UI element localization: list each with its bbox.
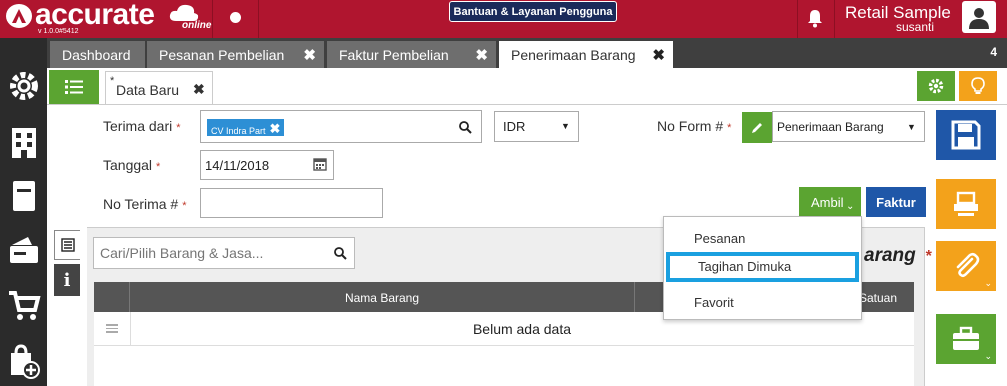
- tab-label: Dashboard: [62, 46, 131, 63]
- settings-button[interactable]: [917, 71, 955, 101]
- tab-data-baru[interactable]: * Data Baru ✖: [105, 71, 213, 104]
- top-bar: accurate online v 1.0.0#5412 Bantuan & L…: [0, 0, 1007, 38]
- document-list-icon: [60, 238, 75, 252]
- save-button[interactable]: [936, 110, 996, 160]
- printer-icon: [954, 191, 978, 216]
- unsaved-marker: *: [110, 75, 115, 87]
- tab-faktur-pembelian[interactable]: Faktur Pembelian ✖: [327, 41, 496, 68]
- tab-bar: Dashboard Pesanan Pembelian ✖ Faktur Pemb…: [47, 38, 1007, 68]
- calendar-icon[interactable]: [313, 157, 327, 171]
- status-dot-icon[interactable]: [230, 12, 241, 23]
- chevron-down-icon: ⌄: [984, 351, 992, 361]
- close-icon[interactable]: ✖: [193, 81, 205, 98]
- app-logo[interactable]: accurate online v 1.0.0#5412: [0, 0, 212, 38]
- pencil-icon: [752, 122, 762, 133]
- divider: [258, 0, 259, 38]
- lightbulb-icon: [971, 77, 985, 94]
- menu-item-tagihan-dimuka[interactable]: Tagihan Dimuka: [666, 252, 859, 282]
- print-button[interactable]: [936, 179, 996, 229]
- no-form-label: No Form # *: [657, 118, 732, 134]
- building-icon[interactable]: [0, 123, 47, 163]
- close-icon[interactable]: ✖: [303, 46, 316, 64]
- vendor-tag[interactable]: CV Indra Part ✖: [207, 119, 285, 136]
- form-tab-bar: * Data Baru ✖: [47, 68, 1007, 105]
- ledger-book-icon[interactable]: [0, 176, 47, 216]
- tips-button[interactable]: [959, 71, 997, 101]
- dropdown-icon: ▼: [561, 121, 570, 131]
- logo-online-text: online: [182, 20, 212, 31]
- avatar-icon[interactable]: [962, 1, 996, 33]
- bell-icon[interactable]: [806, 8, 824, 28]
- ambil-button[interactable]: Ambil ⌄: [799, 187, 861, 217]
- version-text: v 1.0.0#5412: [38, 28, 79, 35]
- close-icon[interactable]: ✖: [652, 46, 665, 64]
- tab-label: Faktur Pembelian: [339, 46, 449, 63]
- form-type-value: Penerimaan Barang: [777, 120, 884, 134]
- logo-a-icon: [6, 4, 32, 28]
- divider: [797, 0, 798, 38]
- tab-label: Pesanan Pembelian: [159, 46, 285, 63]
- shopping-bag-add-icon[interactable]: [0, 341, 47, 381]
- header-nama-barang[interactable]: Nama Barang: [130, 282, 635, 312]
- section-title: arang *: [864, 245, 932, 266]
- empty-message: Belum ada data: [472, 321, 572, 337]
- remove-tag-icon[interactable]: ✖: [270, 121, 281, 136]
- detail-tab-items[interactable]: [54, 230, 80, 260]
- header-cell: [94, 282, 130, 312]
- terima-dari-label: Terima dari *: [103, 118, 181, 134]
- tab-pesanan-pembelian[interactable]: Pesanan Pembelian ✖: [147, 41, 324, 68]
- date-value: 14/11/2018: [205, 158, 270, 173]
- item-search-input[interactable]: [94, 238, 314, 268]
- ambil-label: Ambil: [811, 195, 844, 210]
- subtab-label: Data Baru: [116, 82, 180, 98]
- no-terima-field[interactable]: [200, 188, 383, 218]
- left-nav: [0, 38, 47, 386]
- item-search-box[interactable]: [93, 237, 355, 269]
- save-disk-icon: [951, 120, 981, 150]
- user-name[interactable]: susanti: [896, 20, 934, 34]
- tanggal-label: Tanggal *: [103, 157, 161, 173]
- form-type-select[interactable]: Penerimaan Barang ▼: [772, 111, 925, 142]
- briefcase-icon: [953, 326, 979, 350]
- chevron-down-icon: ⌄: [984, 278, 992, 288]
- paperclip-icon: [956, 252, 980, 278]
- vendor-field[interactable]: CV Indra Part ✖: [200, 110, 482, 143]
- faktur-button[interactable]: Faktur: [866, 187, 926, 217]
- menu-item-favorit[interactable]: Favorit: [664, 288, 861, 318]
- dropdown-icon: ▼: [907, 122, 916, 132]
- wallet-icon[interactable]: [0, 230, 47, 270]
- date-field[interactable]: 14/11/2018: [200, 150, 334, 180]
- search-icon[interactable]: [334, 247, 347, 260]
- edit-form-number-button[interactable]: [742, 112, 772, 143]
- tab-penerimaan-barang[interactable]: Penerimaan Barang ✖: [499, 41, 673, 68]
- chevron-down-icon: ⌄: [846, 201, 855, 212]
- menu-item-pesanan[interactable]: Pesanan: [664, 224, 861, 254]
- gear-icon: [928, 78, 944, 94]
- no-terima-label: No Terima # *: [103, 196, 187, 212]
- detail-side-tabs: i: [47, 227, 87, 386]
- drag-handle-icon[interactable]: [106, 324, 118, 335]
- divider: [212, 0, 213, 38]
- currency-value: IDR: [503, 119, 526, 134]
- close-icon[interactable]: ✖: [475, 46, 488, 64]
- tab-label: Penerimaan Barang: [511, 46, 636, 63]
- currency-select[interactable]: IDR ▼: [494, 111, 579, 142]
- info-icon[interactable]: i: [54, 264, 80, 296]
- list-icon: [65, 80, 83, 94]
- tools-button[interactable]: ⌄: [936, 314, 996, 364]
- divider: [834, 0, 835, 38]
- header-satuan[interactable]: Satuan: [859, 291, 897, 305]
- settings-gear-icon[interactable]: [0, 66, 47, 106]
- ambil-dropdown-menu: Pesanan Tagihan Dimuka Favorit: [663, 216, 862, 320]
- list-view-button[interactable]: [49, 70, 99, 104]
- help-button[interactable]: Bantuan & Layanan Pengguna: [449, 1, 617, 22]
- attachment-button[interactable]: ⌄: [936, 241, 996, 291]
- tab-dashboard[interactable]: Dashboard: [50, 41, 145, 68]
- tab-count[interactable]: 4: [990, 45, 997, 59]
- search-icon[interactable]: [459, 121, 472, 134]
- cart-icon[interactable]: [0, 286, 47, 326]
